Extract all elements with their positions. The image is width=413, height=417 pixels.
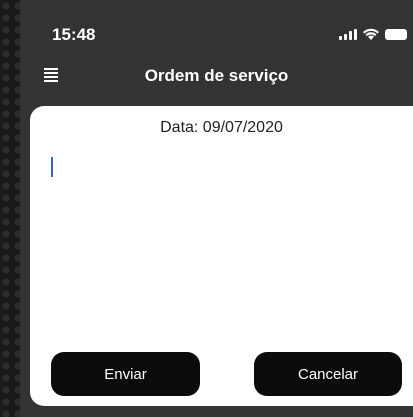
text-cursor — [51, 157, 53, 177]
status-bar: 15:48 — [20, 0, 413, 58]
cellular-signal-icon — [339, 28, 357, 40]
send-button[interactable]: Enviar — [51, 352, 200, 396]
status-icons — [339, 28, 407, 40]
service-order-card: Data: 09/07/2020 Enviar Cancelar — [30, 106, 413, 406]
status-time: 15:48 — [52, 25, 96, 44]
wifi-icon — [363, 28, 379, 40]
navigation-bar: Ordem de serviço — [20, 58, 413, 102]
service-order-text-input[interactable] — [48, 148, 398, 348]
battery-icon — [385, 28, 407, 40]
date-label: Data: 09/07/2020 — [160, 119, 283, 136]
phone-screen: 15:48 Ordem de serviço Data: 09/07/2020 … — [20, 0, 413, 417]
page-title: Ordem de serviço — [144, 66, 289, 85]
cancel-button[interactable]: Cancelar — [254, 352, 402, 396]
